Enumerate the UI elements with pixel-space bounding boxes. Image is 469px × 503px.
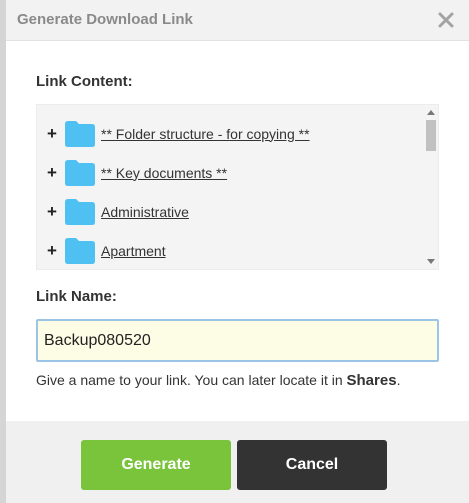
tree-item-label[interactable]: ** Folder structure - for copying **: [101, 126, 310, 142]
hint-shares: Shares: [346, 372, 397, 389]
plus-icon[interactable]: +: [37, 163, 65, 183]
scroll-down-arrow-icon[interactable]: [427, 259, 435, 264]
scroll-thumb[interactable]: [426, 120, 436, 151]
tree-item: + Administrative: [37, 192, 425, 231]
link-name-hint: Give a name to your link. You can later …: [36, 372, 400, 389]
tree-item-label[interactable]: Administrative: [101, 204, 189, 220]
link-name-input[interactable]: [36, 319, 439, 362]
tree-item: + ** Folder structure - for copying **: [37, 114, 425, 153]
folder-icon[interactable]: [65, 237, 95, 264]
close-icon[interactable]: [437, 8, 455, 30]
link-content-label: Link Content:: [36, 73, 133, 90]
folder-icon[interactable]: [65, 159, 95, 186]
link-name-label: Link Name:: [36, 288, 117, 305]
plus-icon[interactable]: +: [37, 202, 65, 222]
generate-download-link-dialog: Generate Download Link Link Content: + *…: [6, 0, 469, 503]
tree-item: + Apartment: [37, 231, 425, 269]
tree-item: + ** Key documents **: [37, 153, 425, 192]
tree-scrollbar[interactable]: [424, 105, 438, 269]
cancel-button[interactable]: Cancel: [237, 440, 387, 490]
plus-icon[interactable]: +: [37, 241, 65, 261]
tree-item-label[interactable]: ** Key documents **: [101, 165, 227, 181]
folder-icon[interactable]: [65, 198, 95, 225]
hint-suffix: .: [396, 372, 401, 388]
dialog-footer: Generate Cancel: [6, 421, 469, 503]
tree-item-label[interactable]: Apartment: [101, 243, 166, 259]
scroll-up-arrow-icon[interactable]: [427, 110, 435, 115]
generate-button[interactable]: Generate: [81, 440, 231, 490]
link-content-tree[interactable]: + ** Folder structure - for copying ** +…: [36, 104, 439, 270]
plus-icon[interactable]: +: [37, 124, 65, 144]
dialog-titlebar: Generate Download Link: [6, 0, 469, 41]
hint-text: Give a name to your link. You can later …: [36, 372, 347, 388]
dialog-title: Generate Download Link: [17, 11, 193, 28]
folder-icon[interactable]: [65, 120, 95, 147]
